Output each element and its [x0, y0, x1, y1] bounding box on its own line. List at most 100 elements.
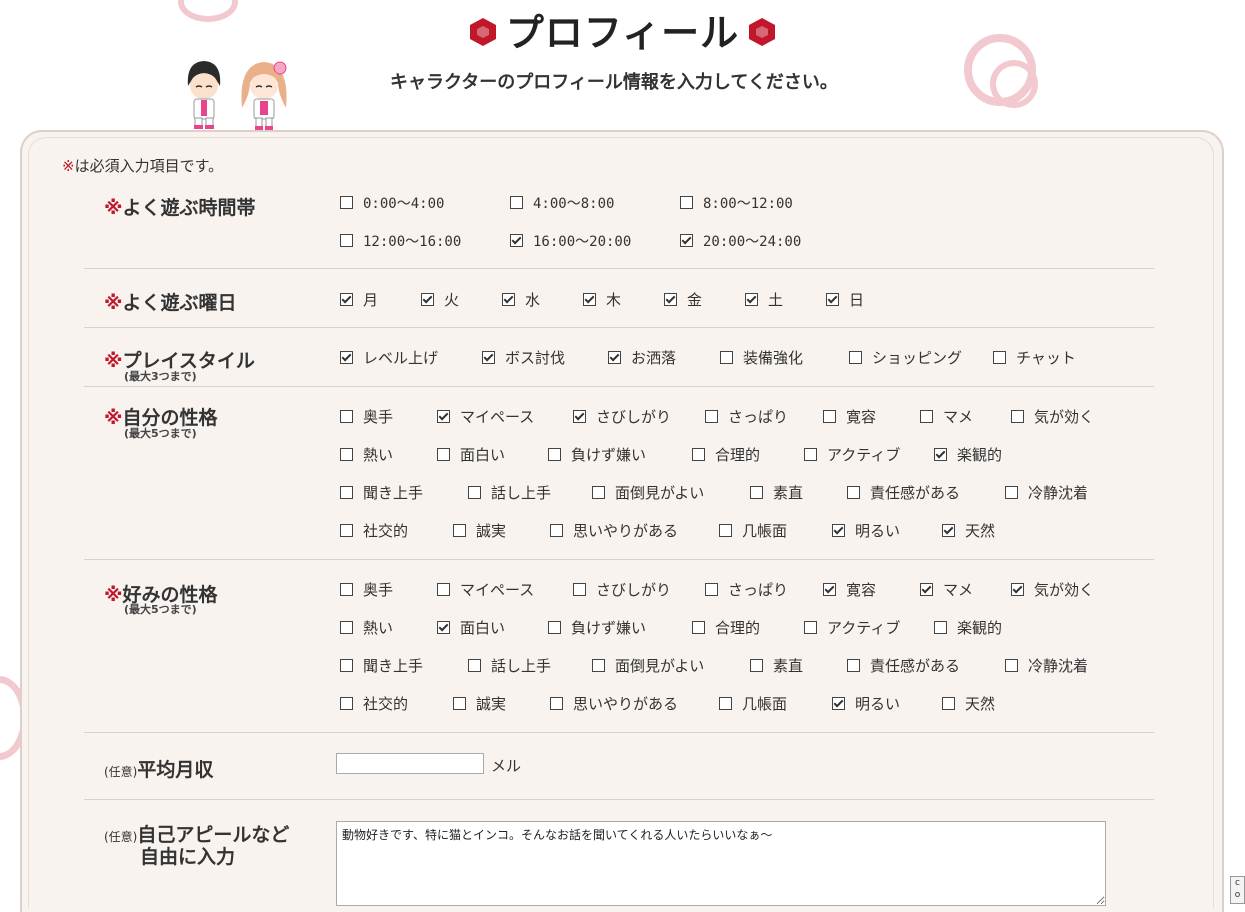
- checkbox-unchecked[interactable]: [573, 583, 586, 596]
- checkbox-unchecked[interactable]: [437, 448, 450, 461]
- preferred-personality-option[interactable]: 冷静沈着: [1005, 655, 1088, 676]
- checkbox-checked[interactable]: [934, 448, 947, 461]
- my-personality-option[interactable]: 素直: [750, 482, 803, 503]
- scroll-button[interactable]: co: [1230, 876, 1245, 904]
- preferred-personality-option[interactable]: 面白い: [437, 617, 505, 638]
- checkbox-checked[interactable]: [482, 351, 495, 364]
- checkbox-unchecked[interactable]: [680, 196, 693, 209]
- checkbox-unchecked[interactable]: [340, 524, 353, 537]
- checkbox-unchecked[interactable]: [1011, 410, 1024, 423]
- checkbox-unchecked[interactable]: [453, 524, 466, 537]
- checkbox-checked[interactable]: [832, 697, 845, 710]
- preferred-personality-option[interactable]: 几帳面: [719, 693, 787, 714]
- my-personality-option[interactable]: 楽観的: [934, 444, 1002, 465]
- preferred-personality-option[interactable]: マメ: [920, 579, 973, 600]
- my-personality-option[interactable]: 面白い: [437, 444, 505, 465]
- preferred-personality-option[interactable]: さびしがり: [573, 579, 671, 600]
- checkbox-unchecked[interactable]: [1005, 659, 1018, 672]
- checkbox-checked[interactable]: [340, 351, 353, 364]
- play-time-option[interactable]: 12:00〜16:00: [340, 231, 461, 251]
- checkbox-unchecked[interactable]: [823, 410, 836, 423]
- checkbox-unchecked[interactable]: [720, 351, 733, 364]
- play-time-option[interactable]: 20:00〜24:00: [680, 231, 801, 251]
- checkbox-unchecked[interactable]: [340, 697, 353, 710]
- my-personality-option[interactable]: 寛容: [823, 406, 876, 427]
- checkbox-unchecked[interactable]: [750, 486, 763, 499]
- appeal-textarea[interactable]: 動物好きです、特に猫とインコ。そんなお話を聞いてくれる人いたらいいなぁ〜: [336, 821, 1106, 906]
- my-personality-option[interactable]: 責任感がある: [847, 482, 960, 503]
- checkbox-checked[interactable]: [664, 293, 677, 306]
- checkbox-unchecked[interactable]: [510, 196, 523, 209]
- checkbox-checked[interactable]: [745, 293, 758, 306]
- checkbox-unchecked[interactable]: [340, 410, 353, 423]
- checkbox-unchecked[interactable]: [692, 448, 705, 461]
- preferred-personality-option[interactable]: 寛容: [823, 579, 876, 600]
- my-personality-option[interactable]: アクティブ: [804, 444, 900, 465]
- preferred-personality-option[interactable]: 社交的: [340, 693, 408, 714]
- checkbox-unchecked[interactable]: [804, 448, 817, 461]
- play-days-option[interactable]: 月: [340, 289, 378, 310]
- checkbox-unchecked[interactable]: [437, 583, 450, 596]
- preferred-personality-option[interactable]: 負けず嫌い: [548, 617, 646, 638]
- checkbox-unchecked[interactable]: [468, 486, 481, 499]
- checkbox-unchecked[interactable]: [550, 524, 563, 537]
- play-time-option[interactable]: 4:00〜8:00: [510, 193, 614, 213]
- checkbox-unchecked[interactable]: [340, 234, 353, 247]
- my-personality-option[interactable]: 気が効く: [1011, 406, 1094, 427]
- my-personality-option[interactable]: 冷静沈着: [1005, 482, 1088, 503]
- preferred-personality-option[interactable]: 素直: [750, 655, 803, 676]
- play-days-option[interactable]: 火: [421, 289, 459, 310]
- play-style-option[interactable]: 装備強化: [720, 347, 803, 368]
- checkbox-checked[interactable]: [437, 621, 450, 634]
- preferred-personality-option[interactable]: 聞き上手: [340, 655, 423, 676]
- checkbox-checked[interactable]: [920, 583, 933, 596]
- checkbox-unchecked[interactable]: [340, 583, 353, 596]
- checkbox-unchecked[interactable]: [920, 410, 933, 423]
- income-input[interactable]: [336, 753, 484, 774]
- my-personality-option[interactable]: 思いやりがある: [550, 520, 678, 541]
- preferred-personality-option[interactable]: マイペース: [437, 579, 534, 600]
- my-personality-option[interactable]: 奥手: [340, 406, 393, 427]
- checkbox-checked[interactable]: [942, 524, 955, 537]
- checkbox-checked[interactable]: [1011, 583, 1024, 596]
- my-personality-option[interactable]: さっぱり: [705, 406, 788, 427]
- checkbox-unchecked[interactable]: [340, 659, 353, 672]
- play-style-option[interactable]: ボス討伐: [482, 347, 565, 368]
- checkbox-checked[interactable]: [583, 293, 596, 306]
- my-personality-option[interactable]: 社交的: [340, 520, 408, 541]
- preferred-personality-option[interactable]: 合理的: [692, 617, 760, 638]
- my-personality-option[interactable]: 几帳面: [719, 520, 787, 541]
- preferred-personality-option[interactable]: アクティブ: [804, 617, 900, 638]
- my-personality-option[interactable]: マメ: [920, 406, 973, 427]
- my-personality-option[interactable]: 面倒見がよい: [592, 482, 704, 503]
- play-days-option[interactable]: 木: [583, 289, 621, 310]
- my-personality-option[interactable]: 熱い: [340, 444, 393, 465]
- checkbox-checked[interactable]: [510, 234, 523, 247]
- my-personality-option[interactable]: マイペース: [437, 406, 534, 427]
- checkbox-unchecked[interactable]: [340, 486, 353, 499]
- my-personality-option[interactable]: 明るい: [832, 520, 900, 541]
- preferred-personality-option[interactable]: 話し上手: [468, 655, 551, 676]
- play-days-option[interactable]: 金: [664, 289, 702, 310]
- preferred-personality-option[interactable]: 明るい: [832, 693, 900, 714]
- checkbox-unchecked[interactable]: [340, 196, 353, 209]
- checkbox-checked[interactable]: [340, 293, 353, 306]
- checkbox-unchecked[interactable]: [942, 697, 955, 710]
- play-days-option[interactable]: 土: [745, 289, 783, 310]
- checkbox-unchecked[interactable]: [468, 659, 481, 672]
- my-personality-option[interactable]: 負けず嫌い: [548, 444, 646, 465]
- my-personality-option[interactable]: 話し上手: [468, 482, 551, 503]
- my-personality-option[interactable]: 天然: [942, 520, 995, 541]
- play-days-option[interactable]: 日: [826, 289, 864, 310]
- checkbox-unchecked[interactable]: [719, 524, 732, 537]
- checkbox-unchecked[interactable]: [340, 621, 353, 634]
- checkbox-unchecked[interactable]: [934, 621, 947, 634]
- preferred-personality-option[interactable]: 天然: [942, 693, 995, 714]
- preferred-personality-option[interactable]: 面倒見がよい: [592, 655, 704, 676]
- my-personality-option[interactable]: 誠実: [453, 520, 506, 541]
- checkbox-unchecked[interactable]: [550, 697, 563, 710]
- checkbox-unchecked[interactable]: [592, 659, 605, 672]
- checkbox-unchecked[interactable]: [719, 697, 732, 710]
- checkbox-unchecked[interactable]: [705, 410, 718, 423]
- play-days-option[interactable]: 水: [502, 289, 540, 310]
